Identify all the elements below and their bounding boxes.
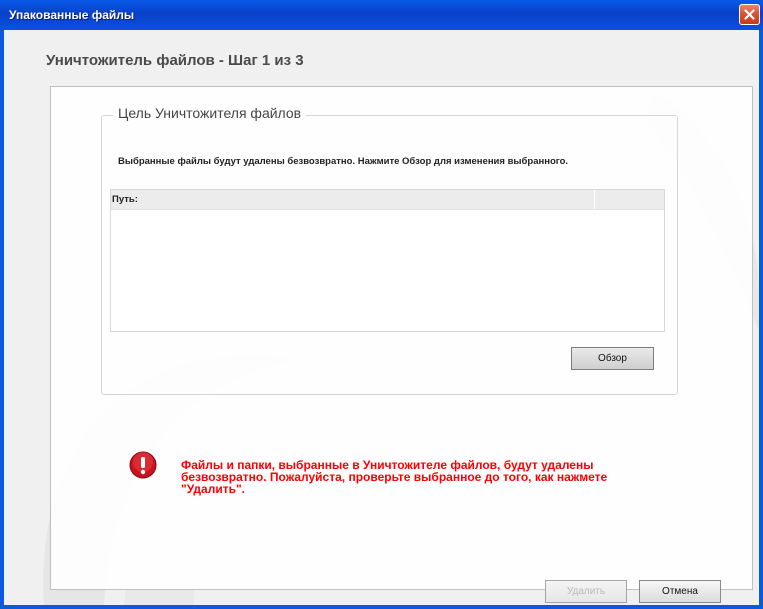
content-panel: Цель Уничтожителя файлов Выбранные файлы…: [50, 86, 753, 590]
instruction-text: Выбранные файлы будут удалены безвозврат…: [118, 156, 569, 167]
cancel-button[interactable]: Отмена: [639, 580, 721, 603]
column-header-extra[interactable]: [596, 190, 664, 209]
exclamation-icon: [129, 451, 157, 479]
browse-button[interactable]: Обзор: [571, 347, 654, 370]
shredder-target-group: Цель Уничтожителя файлов Выбранные файлы…: [101, 105, 678, 395]
delete-button[interactable]: Удалить: [545, 580, 627, 603]
close-icon: [744, 9, 755, 20]
wizard-step-title: Уничтожитель файлов - Шаг 1 из 3: [46, 52, 304, 69]
column-header-path-label: Путь:: [112, 194, 138, 205]
window-client-area: Уничтожитель файлов - Шаг 1 из 3 Цель Ун…: [4, 30, 759, 605]
warning-message: Файлы и папки, выбранные в Уничтожителе …: [181, 458, 608, 496]
group-title: Цель Уничтожителя файлов: [113, 105, 307, 121]
shredder-window: Упакованные файлы Уничтожитель файлов - …: [0, 0, 763, 609]
close-button[interactable]: [739, 4, 760, 25]
window-title: Упакованные файлы: [9, 8, 135, 22]
selected-files-list[interactable]: Путь:: [110, 189, 665, 332]
column-header-path[interactable]: Путь:: [111, 190, 595, 209]
list-header: Путь:: [111, 190, 664, 210]
title-bar[interactable]: Упакованные файлы: [0, 0, 763, 30]
